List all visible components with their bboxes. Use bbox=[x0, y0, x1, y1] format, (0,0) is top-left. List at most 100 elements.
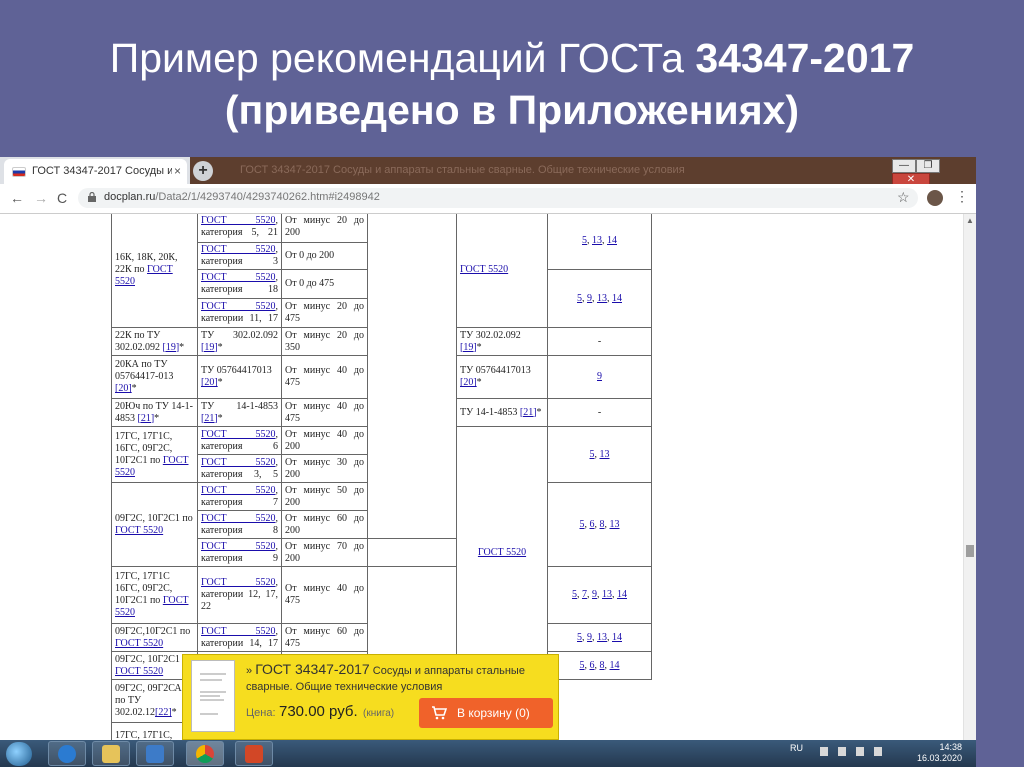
ref-link[interactable]: 6 bbox=[590, 519, 595, 530]
temperature-cell: От минус 60 до 475 bbox=[281, 623, 368, 652]
gost-link[interactable]: ГОСТ 5520 bbox=[201, 301, 276, 312]
ref-link[interactable]: 9 bbox=[592, 589, 597, 600]
ref-link[interactable]: [21] bbox=[520, 407, 537, 418]
active-tab[interactable]: ГОСТ 34347-2017 Сосуды и аппа × bbox=[4, 159, 187, 184]
ref-link[interactable]: [21] bbox=[201, 413, 218, 424]
standard-cell: ГОСТ 5520, категория 3 bbox=[197, 242, 282, 270]
system-clock[interactable]: 14:38 16.03.2020 bbox=[902, 742, 962, 764]
ref-link[interactable]: 9 bbox=[597, 371, 602, 382]
gost-link[interactable]: ГОСТ 5520 bbox=[201, 577, 276, 588]
network-icon[interactable] bbox=[838, 747, 846, 756]
ref-link[interactable]: 9 bbox=[587, 632, 592, 643]
add-to-cart-button[interactable]: В корзину (0) bbox=[419, 698, 553, 728]
gost-link[interactable]: ГОСТ 5520 bbox=[201, 429, 276, 440]
gost-link[interactable]: ГОСТ 5520 bbox=[201, 272, 276, 283]
popup-title[interactable]: » ГОСТ 34347-2017 Сосуды и аппараты стал… bbox=[246, 661, 546, 695]
standard-cell: ГОСТ 5520, категория 5, 21 bbox=[197, 214, 282, 243]
forward-arrow-icon[interactable]: → bbox=[34, 190, 48, 206]
gost-link[interactable]: ГОСТ 5520 bbox=[201, 457, 276, 468]
new-tab-button[interactable]: + bbox=[193, 161, 213, 181]
ref-link[interactable]: 5 bbox=[580, 660, 585, 671]
ie-taskbar-button[interactable] bbox=[48, 741, 86, 766]
back-arrow-icon[interactable]: ← bbox=[10, 190, 24, 206]
ref-link[interactable]: 13 bbox=[610, 519, 620, 530]
standard-cell: ТУ 302.02.092 [19]* bbox=[456, 327, 548, 356]
minimize-button[interactable]: — bbox=[892, 159, 916, 173]
ref-link[interactable]: [20] bbox=[460, 377, 477, 388]
ref-link[interactable]: 13 bbox=[597, 293, 607, 304]
gost-link[interactable]: ГОСТ 5520 bbox=[201, 215, 276, 226]
steel-grade-cell: 20Юч по ТУ 14-1-4853 [21]* bbox=[111, 398, 198, 427]
gost-link[interactable]: ГОСТ 5520 bbox=[201, 513, 276, 524]
ref-link[interactable]: 13 bbox=[600, 449, 610, 460]
ref-link[interactable]: [21] bbox=[138, 413, 155, 424]
signal-icon[interactable] bbox=[856, 747, 864, 756]
gost-link[interactable]: ГОСТ 5520 bbox=[201, 541, 276, 552]
price-label: Цена: bbox=[246, 707, 276, 719]
ref-link[interactable]: 7 bbox=[582, 589, 587, 600]
document-thumbnail[interactable] bbox=[191, 660, 235, 732]
ref-link[interactable]: 5 bbox=[577, 632, 582, 643]
ref-link[interactable]: 14 bbox=[612, 293, 622, 304]
cart-label: В корзину (0) bbox=[457, 706, 530, 720]
ref-link[interactable]: 14 bbox=[612, 632, 622, 643]
volume-icon[interactable] bbox=[874, 747, 882, 756]
standard-cell: ГОСТ 5520, категория 3, 5 bbox=[197, 454, 282, 483]
ref-link[interactable]: 14 bbox=[610, 660, 620, 671]
menu-icon[interactable]: ⋮ bbox=[955, 188, 969, 205]
gost-link[interactable]: ГОСТ 5520 bbox=[201, 626, 276, 637]
temperature-cell: От минус 50 до 200 bbox=[281, 482, 368, 511]
explorer-taskbar-button[interactable] bbox=[92, 741, 130, 766]
chrome-taskbar-button[interactable] bbox=[186, 741, 224, 766]
temperature-cell: От минус 40 до 200 bbox=[281, 426, 368, 455]
ref-link[interactable]: 5 bbox=[572, 589, 577, 600]
gost-link[interactable]: ГОСТ 5520 bbox=[478, 547, 526, 558]
gost-link[interactable]: ГОСТ 5520 bbox=[115, 666, 163, 677]
ref-link[interactable]: [19] bbox=[163, 342, 180, 353]
standard-cell: ТУ 05764417013 [20]* bbox=[456, 355, 548, 399]
language-indicator[interactable]: RU bbox=[790, 743, 803, 753]
gost-link[interactable]: ГОСТ 5520 bbox=[201, 244, 276, 255]
ref-link[interactable]: 13 bbox=[597, 632, 607, 643]
appendix-refs-cell: 5, 6, 8, 13 bbox=[547, 482, 652, 567]
ref-link[interactable]: 5 bbox=[580, 519, 585, 530]
ref-link[interactable]: 8 bbox=[600, 660, 605, 671]
ref-link[interactable]: 8 bbox=[600, 519, 605, 530]
close-icon[interactable]: × bbox=[174, 164, 181, 178]
lock-icon bbox=[88, 192, 96, 202]
reload-icon[interactable]: C bbox=[57, 190, 67, 206]
standard-cell: ТУ 302.02.092 [19]* bbox=[197, 327, 282, 356]
bookmark-star-icon[interactable]: ☆ bbox=[897, 189, 910, 206]
ref-link[interactable]: [19] bbox=[460, 342, 477, 353]
gost-link[interactable]: ГОСТ 5520 bbox=[115, 638, 163, 649]
page-scrollbar[interactable]: ▲ bbox=[963, 214, 976, 767]
avatar[interactable] bbox=[927, 190, 943, 206]
gost-link[interactable]: ГОСТ 5520 bbox=[201, 485, 276, 496]
ref-link[interactable]: 13 bbox=[602, 589, 612, 600]
gost-link[interactable]: ГОСТ 5520 bbox=[115, 525, 163, 536]
powerpoint-taskbar-button[interactable] bbox=[235, 741, 273, 766]
ref-link[interactable]: 5 bbox=[582, 235, 587, 246]
ref-link[interactable]: [20] bbox=[201, 377, 218, 388]
ref-link[interactable]: [19] bbox=[201, 342, 218, 353]
ref-link[interactable]: 14 bbox=[607, 235, 617, 246]
ref-link[interactable]: 5 bbox=[577, 293, 582, 304]
appendix-refs-cell: 5, 7, 9, 13, 14 bbox=[547, 566, 652, 624]
start-button[interactable] bbox=[6, 742, 32, 766]
scrollbar-thumb[interactable] bbox=[966, 545, 974, 557]
ref-link[interactable]: 6 bbox=[590, 660, 595, 671]
gost-link[interactable]: ГОСТ 5520 bbox=[460, 264, 508, 275]
scroll-up-arrow-icon[interactable]: ▲ bbox=[966, 216, 974, 225]
russia-flag-icon bbox=[12, 167, 26, 177]
url-input[interactable]: docplan.ru/Data2/1/4293740/4293740262.ht… bbox=[78, 188, 918, 208]
ref-link[interactable]: 14 bbox=[617, 589, 627, 600]
maximize-button[interactable]: ❐ bbox=[916, 159, 940, 173]
ref-link[interactable]: 9 bbox=[587, 293, 592, 304]
ref-link[interactable]: [20] bbox=[115, 383, 132, 394]
ref-link[interactable]: [22] bbox=[155, 707, 172, 718]
media-taskbar-button[interactable] bbox=[136, 741, 174, 766]
ref-link[interactable]: 13 bbox=[592, 235, 602, 246]
ref-link[interactable]: 5 bbox=[590, 449, 595, 460]
notification-flag-icon[interactable] bbox=[820, 747, 828, 756]
windows-taskbar: RU 14:38 16.03.2020 bbox=[0, 740, 976, 767]
